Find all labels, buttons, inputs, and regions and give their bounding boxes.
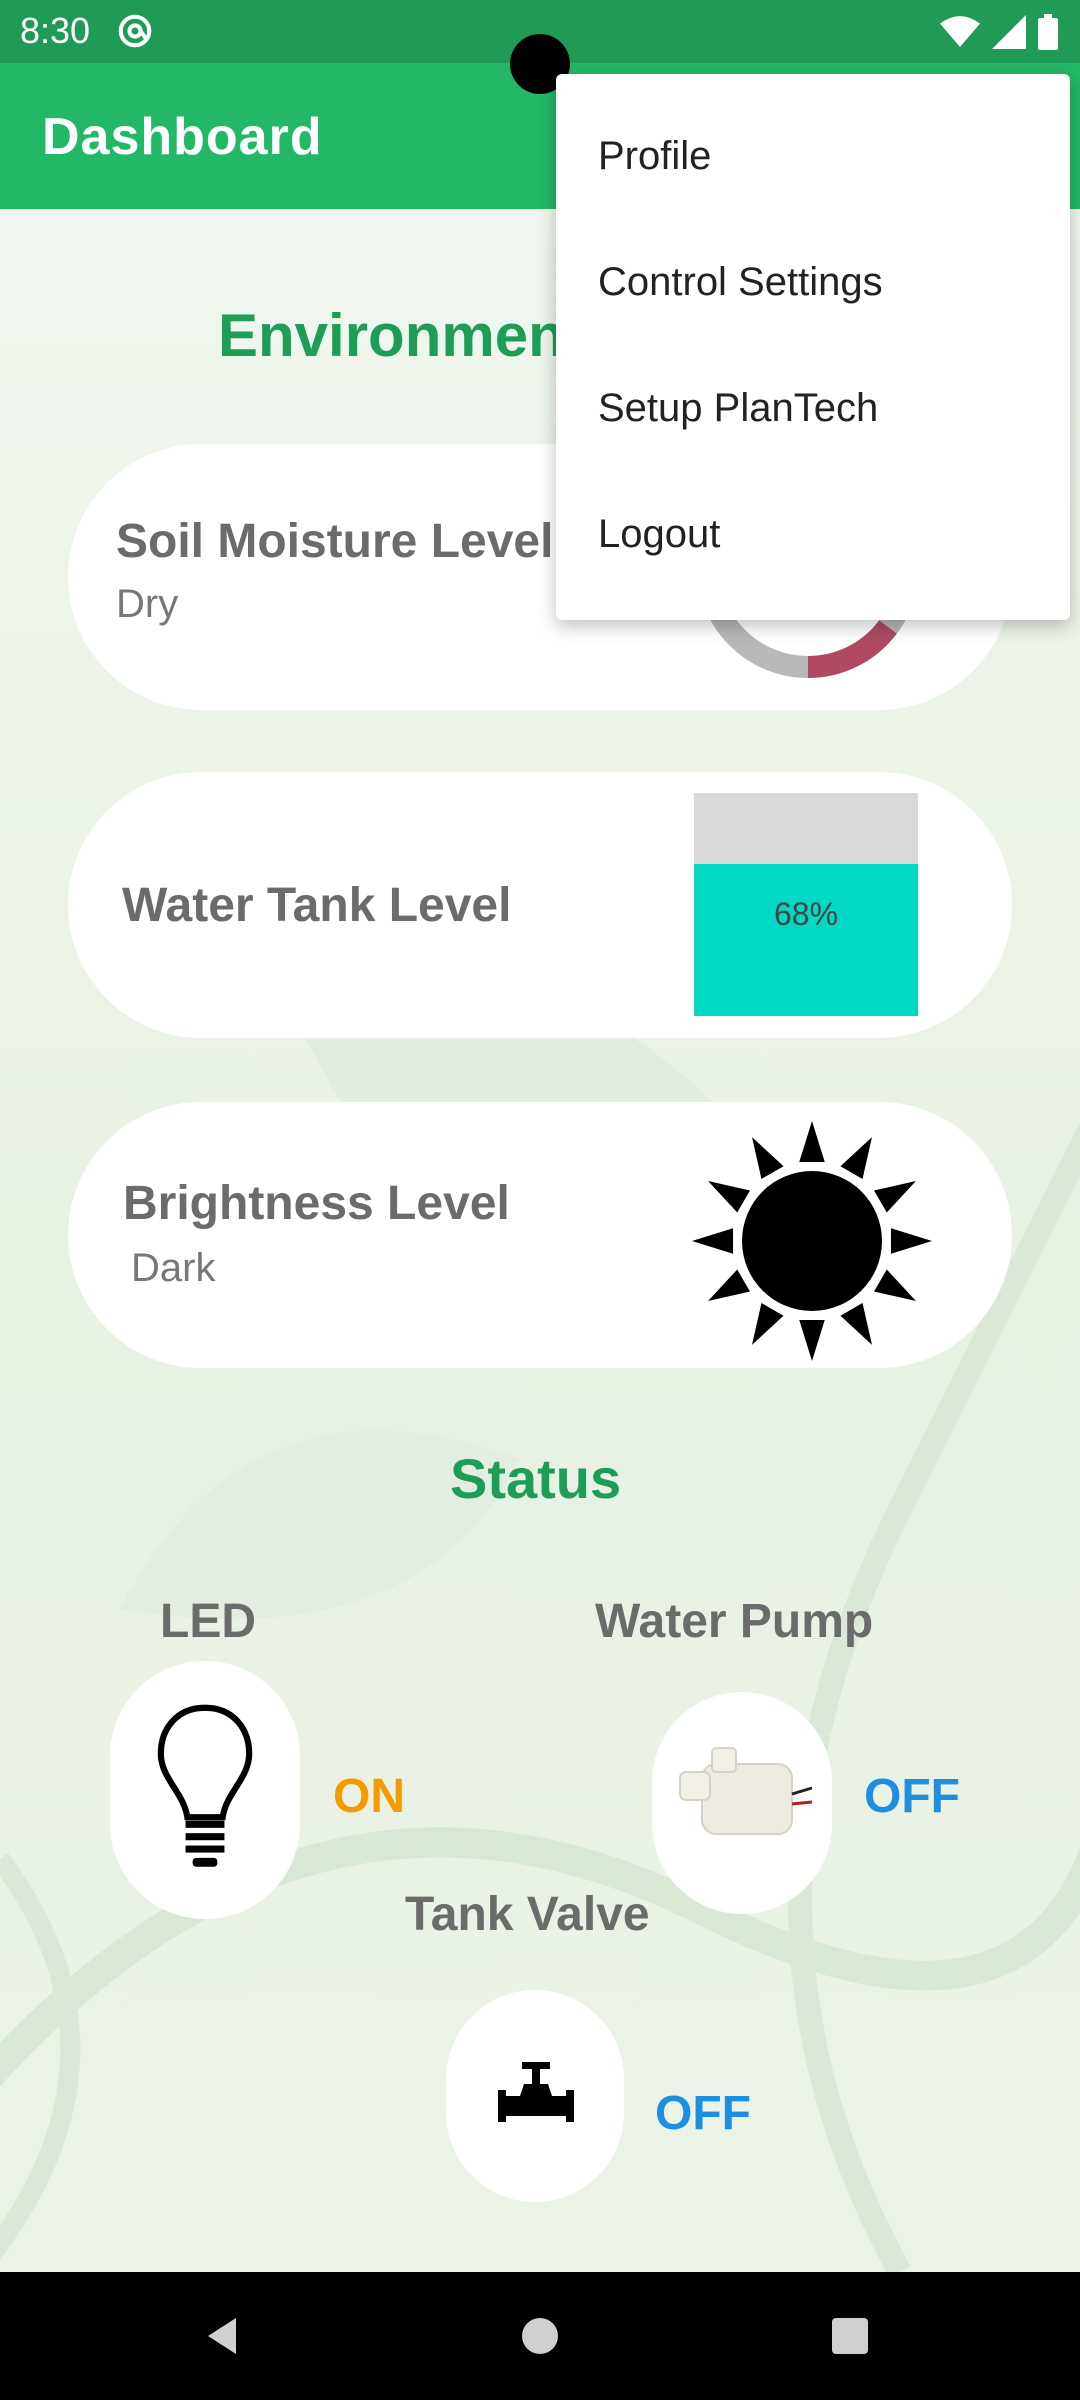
status-title: Status [450, 1447, 622, 1510]
overflow-menu: Profile Control Settings Setup PlanTech … [556, 74, 1070, 620]
sun-ray [840, 1303, 872, 1345]
sun-ray [840, 1137, 872, 1179]
status-time: 8:30 [20, 10, 91, 51]
brightness-label: Brightness Level [123, 1177, 510, 1230]
recents-icon[interactable] [826, 2312, 874, 2360]
led-state: ON [333, 1770, 405, 1823]
sun-ray [692, 1228, 734, 1254]
water-tank-card[interactable]: Water Tank Level 68% [68, 772, 1012, 1038]
sun-ray [752, 1137, 784, 1179]
water-pump-state: OFF [864, 1770, 960, 1823]
sun-ray [799, 1319, 825, 1361]
led-button[interactable] [110, 1661, 300, 1919]
sun-ray [708, 1269, 750, 1301]
tank-valve-label: Tank Valve [405, 1888, 650, 1941]
water-tank-percent: 68% [773, 896, 839, 933]
valve-icon [498, 2062, 574, 2122]
menu-item-profile[interactable]: Profile [598, 134, 711, 179]
sun-ray [874, 1181, 916, 1213]
menu-item-setup-plantech[interactable]: Setup PlanTech [598, 386, 878, 431]
water-tank-fill [694, 864, 918, 1016]
soil-moisture-value: Dry [116, 582, 179, 626]
sun-ray [708, 1181, 750, 1213]
environment-title: Environment [218, 302, 585, 369]
navigation-bar [0, 2272, 1080, 2400]
wifi-icon [940, 16, 980, 47]
led-label: LED [160, 1595, 256, 1648]
sun-icon [692, 1121, 932, 1361]
brightness-card[interactable]: Brightness Level Dark [68, 1102, 1012, 1368]
water-pump-button[interactable] [652, 1692, 832, 1914]
menu-item-logout[interactable]: Logout [598, 512, 720, 557]
sun-ray [752, 1303, 784, 1345]
water-tank-label: Water Tank Level [122, 879, 512, 932]
page-title: Dashboard [42, 108, 323, 166]
menu-item-control-settings[interactable]: Control Settings [598, 260, 883, 305]
tank-valve-state: OFF [655, 2087, 751, 2140]
water-pump-icon [679, 1747, 813, 1835]
water-tank-level-bar: 68% [694, 793, 918, 1016]
signal-icon [992, 15, 1026, 49]
light-bulb-icon [157, 1704, 253, 1867]
brightness-value: Dark [131, 1246, 216, 1290]
battery-icon [1038, 14, 1058, 50]
tank-valve-button[interactable] [446, 1990, 624, 2202]
at-sign-icon [118, 14, 152, 48]
soil-moisture-label: Soil Moisture Level [116, 515, 554, 568]
home-icon[interactable] [516, 2312, 564, 2360]
back-icon[interactable] [200, 2312, 248, 2360]
sun-ray [874, 1269, 916, 1301]
water-pump-label: Water Pump [595, 1595, 874, 1648]
sun-ray [799, 1121, 825, 1163]
sun-ray [890, 1228, 932, 1254]
